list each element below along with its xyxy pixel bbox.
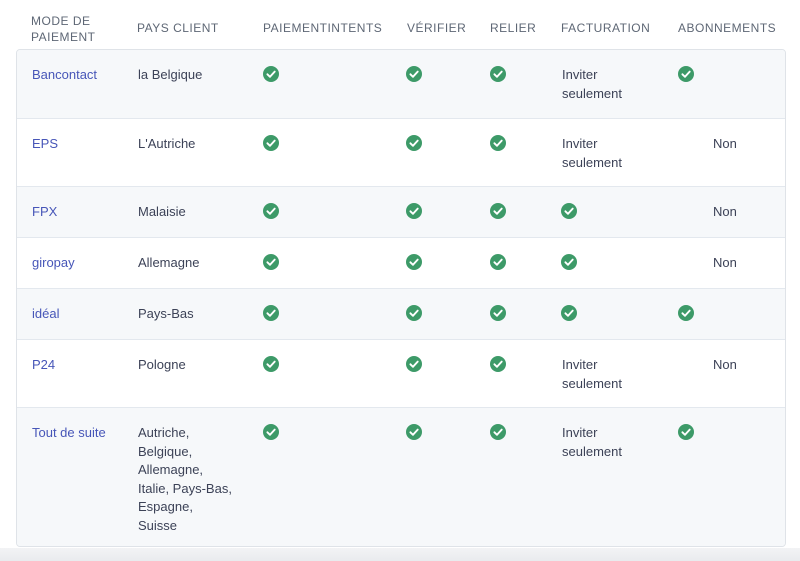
subscriptions-check-icon: [678, 424, 694, 440]
link-check-icon: [490, 203, 506, 219]
verify-check-icon: [406, 254, 422, 270]
verify-check-icon: [406, 356, 422, 372]
customer-country: L'Autriche: [138, 136, 196, 151]
col-header-subscriptions: ABONNEMENTS: [678, 21, 777, 35]
table-row: idéal Pays-Bas: [17, 289, 785, 340]
paymentintents-check-icon: [263, 254, 279, 270]
customer-country: Autriche, Belgique, Allemagne, Italie, P…: [138, 425, 232, 533]
billing-support-text: Inviter seulement: [562, 136, 622, 170]
table-row: Bancontact la Belgique Inviter seulement: [17, 50, 785, 119]
col-header-verify: VÉRIFIER: [407, 21, 467, 35]
subscriptions-support-text: Non: [713, 357, 737, 372]
verify-check-icon: [406, 424, 422, 440]
billing-check-icon: [561, 203, 577, 219]
customer-country: Allemagne: [138, 255, 200, 270]
subscriptions-support-text: Non: [713, 255, 737, 270]
verify-check-icon: [406, 203, 422, 219]
customer-country: Pays-Bas: [138, 306, 194, 321]
paymentintents-check-icon: [263, 135, 279, 151]
table-row: FPX Malaisie Non: [17, 187, 785, 238]
payment-method-link[interactable]: idéal: [32, 305, 122, 324]
payment-method-link[interactable]: EPS: [32, 135, 122, 154]
link-check-icon: [490, 356, 506, 372]
link-check-icon: [490, 66, 506, 82]
link-check-icon: [490, 254, 506, 270]
paymentintents-check-icon: [263, 66, 279, 82]
customer-country: Pologne: [138, 357, 186, 372]
subscriptions-check-icon: [678, 305, 694, 321]
billing-support-text: Inviter seulement: [562, 67, 622, 101]
payment-method-link[interactable]: Tout de suite: [32, 424, 122, 443]
customer-country: Malaisie: [138, 204, 186, 219]
table-row: EPS L'Autriche Inviter seulement Non: [17, 119, 785, 187]
col-header-payment-method: MODE DE PAIEMENT: [31, 14, 96, 44]
payment-method-link[interactable]: P24: [32, 356, 122, 375]
billing-support-text: Inviter seulement: [562, 357, 622, 391]
verify-check-icon: [406, 66, 422, 82]
col-header-paymentintents: PAIEMENTINTENTS: [263, 21, 383, 35]
payment-methods-table: Bancontact la Belgique Inviter seulement EP…: [16, 49, 786, 547]
payment-method-link[interactable]: Bancontact: [32, 66, 122, 85]
table-row: giropay Allemagne Non: [17, 238, 785, 289]
link-check-icon: [490, 305, 506, 321]
customer-country: la Belgique: [138, 67, 203, 82]
verify-check-icon: [406, 305, 422, 321]
col-header-billing: FACTURATION: [561, 21, 651, 35]
subscriptions-check-icon: [678, 66, 694, 82]
table-row: Tout de suite Autriche, Belgique, Allemag…: [17, 408, 785, 546]
billing-support-text: Inviter seulement: [562, 425, 622, 459]
paymentintents-check-icon: [263, 305, 279, 321]
col-header-link: RELIER: [490, 21, 537, 35]
page-bottom-edge: [0, 548, 800, 561]
col-header-customer-country: PAYS CLIENT: [137, 21, 219, 35]
payment-method-link[interactable]: FPX: [32, 203, 122, 222]
payment-methods-page: MODE DE PAIEMENT PAYS CLIENT PAIEMENTINT…: [0, 0, 800, 561]
verify-check-icon: [406, 135, 422, 151]
paymentintents-check-icon: [263, 356, 279, 372]
paymentintents-check-icon: [263, 203, 279, 219]
billing-check-icon: [561, 254, 577, 270]
billing-check-icon: [561, 305, 577, 321]
link-check-icon: [490, 424, 506, 440]
table-header: MODE DE PAIEMENT PAYS CLIENT PAIEMENTINT…: [16, 0, 787, 50]
payment-method-link[interactable]: giropay: [32, 254, 122, 273]
paymentintents-check-icon: [263, 424, 279, 440]
link-check-icon: [490, 135, 506, 151]
subscriptions-support-text: Non: [713, 136, 737, 151]
subscriptions-support-text: Non: [713, 204, 737, 219]
table-row: P24 Pologne Inviter seulement Non: [17, 340, 785, 408]
